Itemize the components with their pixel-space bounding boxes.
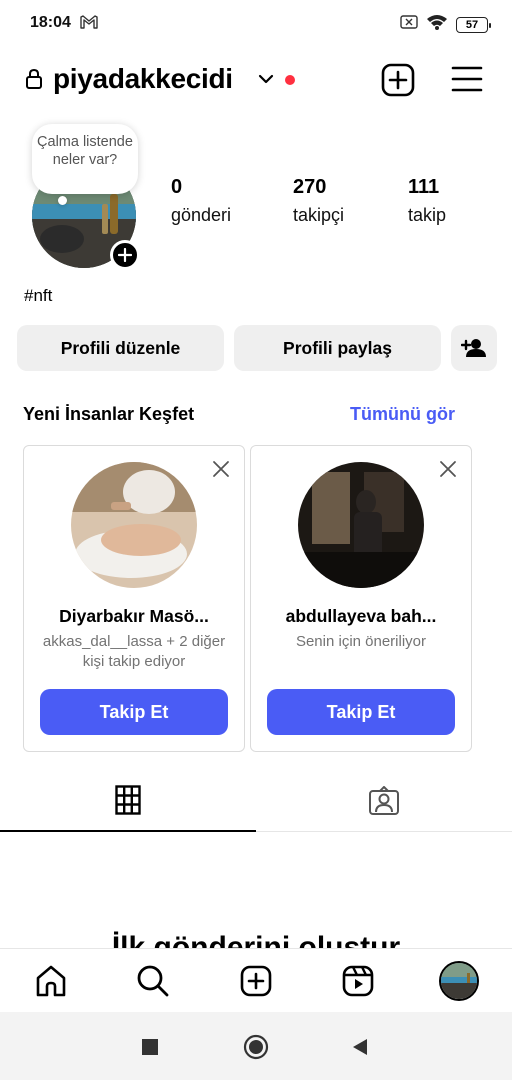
menu-icon[interactable]: [451, 65, 483, 98]
posts-label: gönderi: [171, 205, 232, 225]
tab-posts-grid[interactable]: [0, 770, 256, 832]
following-stat[interactable]: 111 takip: [408, 176, 446, 226]
status-time: 18:04: [30, 14, 71, 31]
profile-actions: Profili düzenle Profili paylaş: [17, 325, 497, 371]
notification-dot: [285, 75, 295, 85]
home-button-icon[interactable]: [243, 1034, 269, 1065]
close-icon[interactable]: [439, 460, 457, 483]
suggestion-avatar: [71, 462, 197, 588]
reels-icon[interactable]: [340, 963, 376, 999]
discover-people-button[interactable]: [451, 325, 497, 371]
recents-icon[interactable]: [141, 1038, 159, 1061]
grid-icon: [115, 785, 141, 815]
search-icon[interactable]: [135, 963, 171, 999]
create-post-icon[interactable]: [381, 63, 415, 102]
suggestion-subtitle: akkas_dal__lassa + 2 diğer kişi takip ed…: [42, 633, 226, 670]
suggestion-name: abdullayeva bah...: [285, 606, 437, 626]
add-person-icon: [461, 339, 486, 357]
sim-off-icon: [400, 15, 418, 34]
lock-icon: [25, 68, 43, 95]
posts-stat[interactable]: 0 gönderi: [171, 176, 231, 226]
tagged-person-icon: [369, 786, 399, 815]
following-count: 111: [408, 176, 440, 198]
username[interactable]: piyadakkecidi: [53, 63, 233, 95]
followers-label: takipçi: [293, 205, 345, 225]
chevron-down-icon[interactable]: [258, 72, 274, 90]
profile-header: piyadakkecidi: [0, 56, 512, 104]
followers-stat[interactable]: 270 takipçi: [293, 176, 344, 226]
create-icon[interactable]: [238, 963, 274, 999]
profile-avatar-nav[interactable]: [439, 961, 479, 1001]
share-profile-button[interactable]: Profili paylaş: [234, 325, 441, 371]
posts-count: 0: [171, 176, 183, 198]
edit-profile-button[interactable]: Profili düzenle: [17, 325, 224, 371]
close-icon[interactable]: [212, 460, 230, 483]
follow-button[interactable]: Takip Et: [267, 689, 455, 735]
note-bubble-tail: [58, 196, 67, 205]
add-story-icon[interactable]: [110, 240, 140, 270]
suggestion-avatar: [298, 462, 424, 588]
followers-count: 270: [293, 176, 327, 198]
suggestion-card[interactable]: Diyarbakır Masö... akkas_dal__lassa + 2 …: [23, 445, 245, 752]
suggestion-name: Diyarbakır Masö...: [59, 606, 209, 626]
follow-button[interactable]: Takip Et: [40, 689, 228, 735]
suggestion-subtitle: Senin için öneriliyor: [295, 633, 427, 650]
empty-state-title: İlk gönderini oluştur: [111, 931, 401, 950]
gmail-icon: [80, 15, 98, 34]
note-bubble[interactable]: Çalma listende neler var?: [32, 124, 138, 194]
bio: #nft: [24, 286, 53, 305]
status-bar: 18:04 57: [0, 0, 512, 48]
see-all-link[interactable]: Tümünü gör: [350, 404, 455, 425]
suggestion-card[interactable]: abdullayeva bah... Senin için öneriliyor…: [250, 445, 472, 752]
home-icon[interactable]: [33, 963, 69, 999]
back-icon[interactable]: [351, 1038, 369, 1061]
tab-tagged[interactable]: [256, 770, 512, 832]
wifi-icon: [426, 14, 448, 35]
battery-indicator: 57: [456, 16, 491, 33]
profile-tabs: [0, 770, 512, 832]
following-label: takip: [408, 205, 447, 225]
system-nav-bar: [0, 1012, 512, 1080]
bottom-nav: [0, 948, 512, 1012]
discover-title: Yeni İnsanlar Keşfet: [23, 404, 195, 424]
